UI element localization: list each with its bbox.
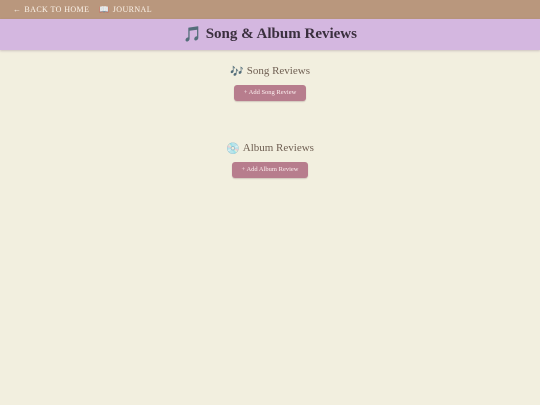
music-note-icon: 🎵 [183, 25, 202, 43]
album-reviews-heading: 💿 Album Reviews [226, 141, 314, 155]
album-reviews-title: Album Reviews [242, 142, 314, 154]
song-reviews-section: 🎶 Song Reviews + Add Song Review [0, 64, 540, 101]
back-to-home-link[interactable]: ← Back to Home [13, 5, 89, 14]
journal-label: Journal [112, 5, 152, 14]
music-notes-icon: 🎶 [230, 64, 244, 78]
arrow-left-icon: ← [13, 4, 22, 14]
song-reviews-heading: 🎶 Song Reviews [230, 64, 310, 78]
back-to-home-label: Back to Home [24, 5, 90, 14]
album-reviews-section: 💿 Album Reviews + Add Album Review [0, 141, 540, 178]
disc-icon: 💿 [226, 141, 240, 155]
add-album-review-button[interactable]: + Add Album Review [231, 162, 309, 178]
song-reviews-title: Song Reviews [246, 65, 310, 77]
journal-link[interactable]: 📖 Journal [99, 5, 152, 14]
top-nav: ← Back to Home 📖 Journal [0, 0, 540, 19]
book-icon: 📖 [99, 4, 110, 14]
title-bar: 🎵 Song & Album Reviews [0, 19, 540, 50]
add-song-review-button[interactable]: + Add Song Review [233, 85, 307, 101]
page-title: Song & Album Reviews [205, 26, 357, 42]
